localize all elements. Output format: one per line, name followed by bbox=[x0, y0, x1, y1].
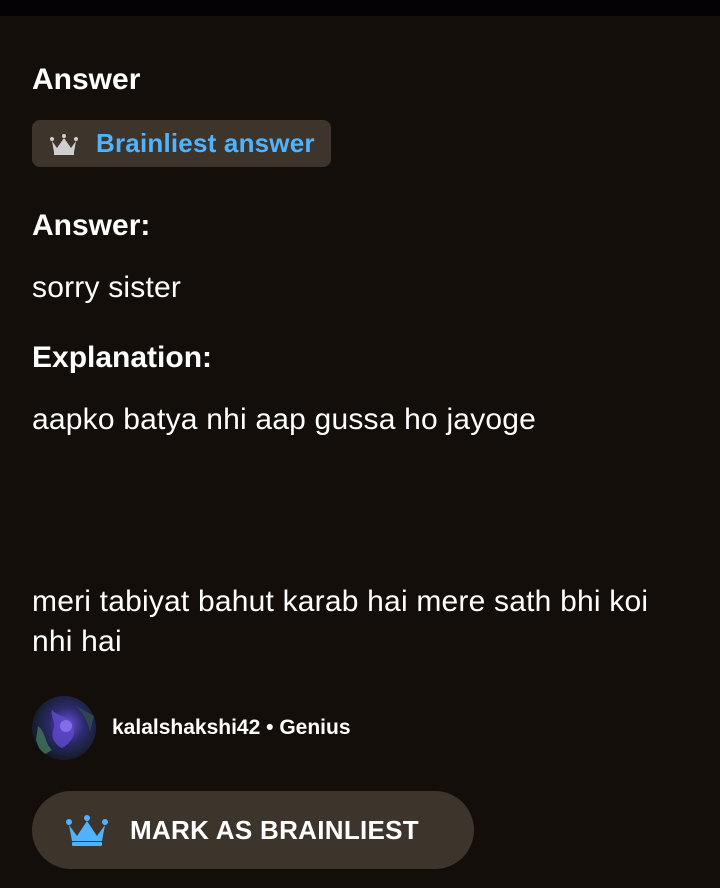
explanation-heading: Explanation: bbox=[32, 341, 213, 374]
crown-icon bbox=[50, 133, 78, 155]
badge-label: Brainliest answer bbox=[96, 128, 315, 158]
avatar[interactable] bbox=[32, 696, 96, 760]
author-username[interactable]: kalalshakshi42 bbox=[112, 716, 260, 739]
mark-brainliest-label: MARK AS BRAINLIEST bbox=[130, 814, 419, 845]
author-separator: • bbox=[266, 716, 274, 739]
answer-heading: Answer: bbox=[32, 209, 151, 242]
section-title: Answer bbox=[32, 63, 141, 96]
explanation-text-2: meri tabiyat bahut karab hai mere sath b… bbox=[32, 585, 649, 658]
answer-text: sorry sister bbox=[32, 271, 182, 304]
author-info: kalalshakshi42 • Genius bbox=[112, 716, 351, 740]
answer-container: Answer Brainliest answer Answer: sorry s… bbox=[32, 60, 688, 658]
brainliest-badge: Brainliest answer bbox=[32, 120, 331, 167]
top-strip bbox=[0, 0, 720, 16]
avatar-image bbox=[32, 696, 96, 760]
author-rank: Genius bbox=[279, 716, 351, 739]
author-row[interactable]: kalalshakshi42 • Genius bbox=[32, 696, 351, 760]
explanation-text-1: aapko batya nhi aap gussa ho jayoge bbox=[32, 403, 537, 436]
mark-brainliest-button[interactable]: MARK AS BRAINLIEST bbox=[32, 791, 474, 869]
crown-icon bbox=[66, 815, 108, 846]
